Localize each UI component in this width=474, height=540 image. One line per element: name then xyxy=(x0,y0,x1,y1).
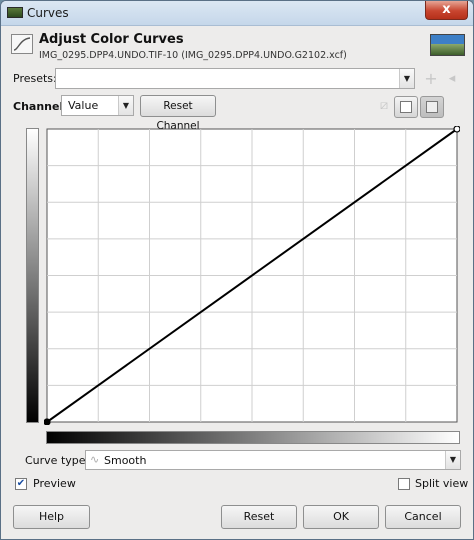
split-view-checkbox[interactable] xyxy=(398,478,410,490)
curve-type-value: Smooth xyxy=(104,454,147,467)
channel-value: Value xyxy=(68,99,99,112)
split-view-label: Split view xyxy=(415,477,469,490)
preview-label: Preview xyxy=(33,477,76,490)
linear-histogram-icon[interactable]: ⧄ xyxy=(374,96,394,116)
curves-icon xyxy=(11,34,33,54)
help-button[interactable]: Help xyxy=(13,505,90,529)
ok-button[interactable]: OK xyxy=(303,505,379,529)
title-bar[interactable]: Curves x xyxy=(1,1,473,26)
add-preset-icon[interactable]: + xyxy=(421,69,441,89)
reset-channel-button[interactable]: Reset Channel xyxy=(140,95,216,132)
chevron-down-icon[interactable]: ▼ xyxy=(399,69,414,88)
curve-type-combo[interactable]: ∿ Smooth ▼ xyxy=(85,450,461,470)
close-button[interactable]: x xyxy=(425,1,468,20)
smooth-curve-icon: ∿ xyxy=(90,453,100,466)
linear-scale-button[interactable] xyxy=(394,96,418,118)
curve-type-label: Curve type: xyxy=(25,454,90,467)
image-thumbnail xyxy=(430,34,465,56)
logarithmic-scale-button[interactable] xyxy=(420,96,444,118)
reset-button[interactable]: Reset xyxy=(221,505,297,529)
horizontal-gradient-bar xyxy=(46,431,460,444)
logarithmic-scale-icon xyxy=(426,101,438,113)
curves-dialog: Curves x Adjust Color Curves IMG_0295.DP… xyxy=(0,0,474,540)
channel-label: Channel: xyxy=(13,100,68,113)
gimp-app-icon xyxy=(7,7,23,18)
preset-menu-icon[interactable]: ◂ xyxy=(442,69,462,89)
linear-scale-icon xyxy=(400,101,412,113)
curve-control-point[interactable] xyxy=(44,418,51,425)
channel-combo[interactable]: Value ▼ xyxy=(61,95,134,116)
curve-graph[interactable] xyxy=(44,126,460,425)
window-title: Curves xyxy=(27,6,69,20)
image-name: IMG_0295.DPP4.UNDO.TIF-10 (IMG_0295.DPP4… xyxy=(39,50,347,61)
curve-control-point[interactable] xyxy=(453,126,460,133)
presets-label: Presets: xyxy=(13,72,57,85)
dialog-heading: Adjust Color Curves xyxy=(39,32,184,47)
preview-checkbox[interactable]: ✔ xyxy=(15,478,27,490)
presets-combo[interactable]: ▼ xyxy=(55,68,415,89)
vertical-gradient-bar xyxy=(26,128,39,423)
cancel-button[interactable]: Cancel xyxy=(385,505,461,529)
chevron-down-icon[interactable]: ▼ xyxy=(118,96,133,115)
chevron-down-icon[interactable]: ▼ xyxy=(445,451,460,469)
